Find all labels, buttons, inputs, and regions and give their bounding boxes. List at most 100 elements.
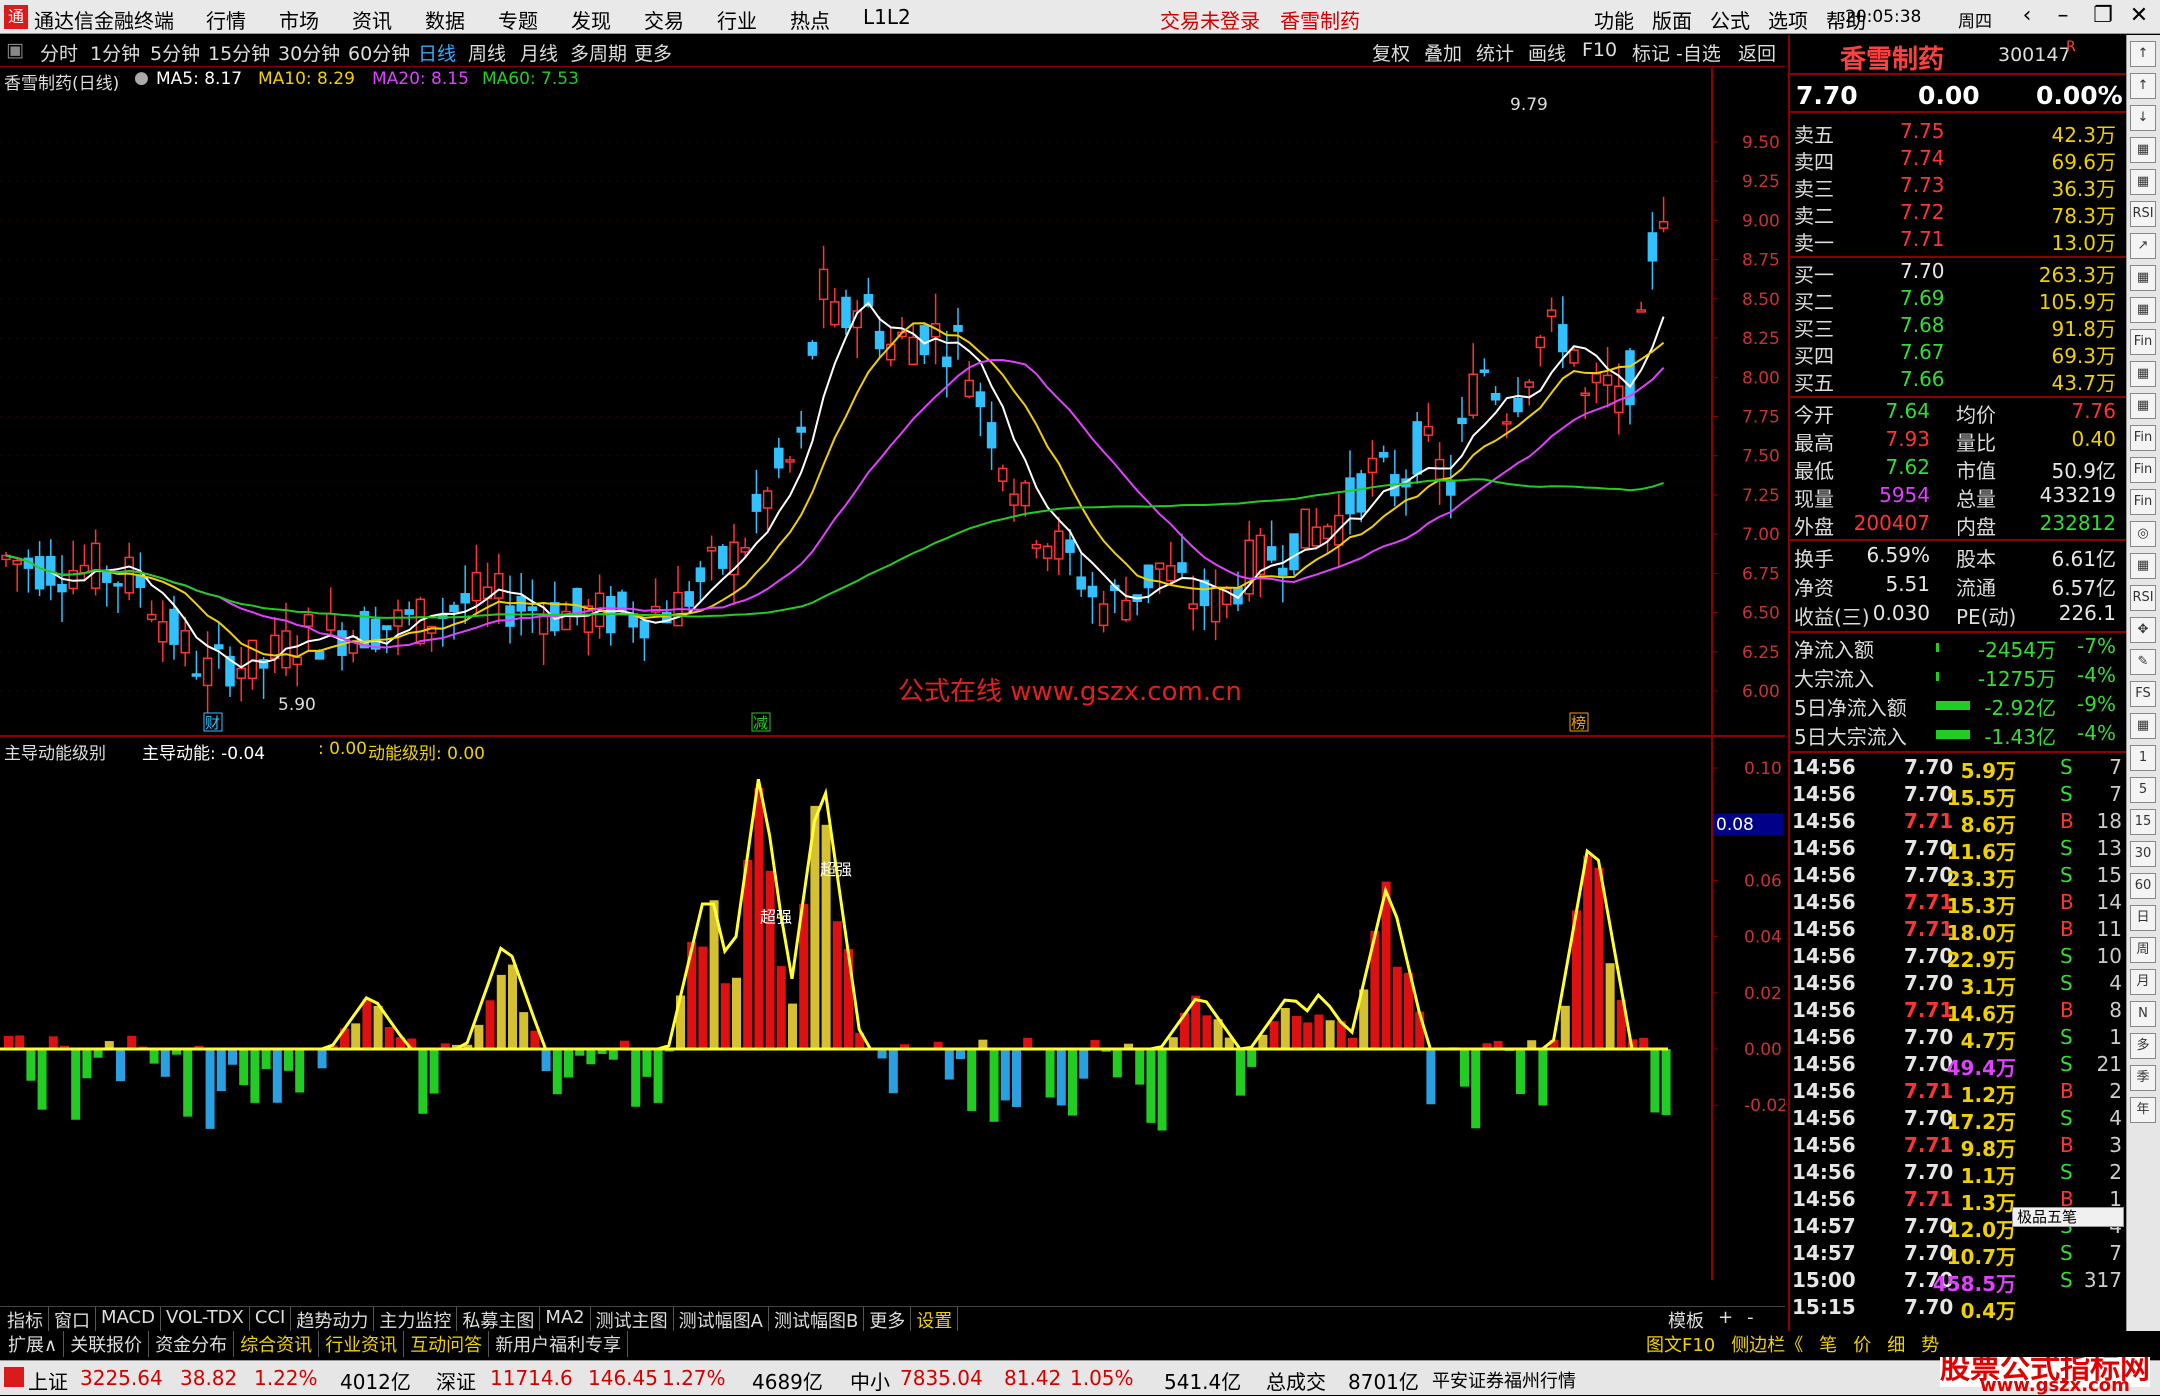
side-tool-icon[interactable]: 60	[2130, 873, 2156, 899]
toolbar-btn[interactable]: 叠加	[1424, 39, 1462, 66]
bid-row[interactable]: 买二 7.69 105.9万	[1790, 286, 2126, 314]
side-tool-icon[interactable]: Fin	[2130, 329, 2156, 355]
menu-item[interactable]: 行情	[206, 5, 279, 34]
ext-right-tab[interactable]: 势	[1913, 1331, 1947, 1357]
ext-tab[interactable]: 综合资讯	[234, 1331, 320, 1357]
menu-item[interactable]: 公式	[1710, 5, 1768, 34]
side-tool-icon[interactable]: ▦	[2130, 393, 2156, 419]
ext-tab[interactable]: 关联报价	[64, 1331, 150, 1357]
side-tool-icon[interactable]: 周	[2130, 937, 2156, 963]
side-tool-icon[interactable]: 季	[2130, 1065, 2156, 1091]
side-tool-icon[interactable]: 30	[2130, 841, 2156, 867]
menu-item[interactable]: 数据	[425, 5, 498, 34]
side-tool-icon[interactable]: N	[2130, 1001, 2156, 1027]
indicator-tab[interactable]: 私募主图	[457, 1307, 541, 1333]
side-tool-icon[interactable]: RSI	[2130, 201, 2156, 227]
tick-row[interactable]: 14:56 7.70 23.3万 S 15	[1790, 863, 2126, 891]
tick-row[interactable]: 14:56 7.70 11.6万 S 13	[1790, 836, 2126, 864]
toolbar-btn[interactable]: 统计	[1476, 39, 1514, 66]
tick-row[interactable]: 14:56 7.71 18.0万 B 11	[1790, 917, 2126, 945]
menu-item[interactable]: 热点	[790, 5, 863, 34]
ext-right-tab[interactable]: 细	[1879, 1331, 1913, 1357]
restore-icon[interactable]: ❐	[2086, 3, 2120, 28]
ask-row[interactable]: 卖一 7.71 13.0万	[1790, 227, 2126, 255]
side-tool-icon[interactable]: ✥	[2130, 617, 2156, 643]
menu-item[interactable]: L1L2	[863, 5, 936, 34]
bid-row[interactable]: 买一 7.70 263.3万	[1790, 259, 2126, 287]
tick-row[interactable]: 14:56 7.71 8.6万 B 18	[1790, 809, 2126, 837]
side-tool-icon[interactable]: Fin	[2130, 425, 2156, 451]
menu-item[interactable]: 功能	[1594, 5, 1652, 34]
side-tool-icon[interactable]: ▦	[2130, 297, 2156, 323]
back-icon[interactable]: ‹	[2010, 3, 2044, 28]
ask-row[interactable]: 卖五 7.75 42.3万	[1790, 119, 2126, 147]
side-tool-icon[interactable]: Fin	[2130, 457, 2156, 483]
tick-row[interactable]: 14:56 7.70 17.2万 S 4	[1790, 1106, 2126, 1134]
period-tab[interactable]: 5分钟	[150, 39, 200, 66]
tick-row[interactable]: 14:56 7.71 1.2万 B 2	[1790, 1079, 2126, 1107]
tick-row[interactable]: 14:56 7.71 14.6万 B 8	[1790, 998, 2126, 1026]
sz-name[interactable]: 深证	[436, 1366, 476, 1395]
chart-area[interactable]: 9.50 9.25 9.00 8.75 8.50 8.25 8.00 7.75 7.50 7.25…	[0, 68, 1785, 1280]
side-tool-icon[interactable]: FS	[2130, 681, 2156, 707]
side-tool-icon[interactable]: ▦	[2130, 361, 2156, 387]
kline-chart[interactable]: 9.50 9.25 9.00 8.75 8.50 8.25 8.00 7.75 7.50 7.25…	[0, 68, 1785, 1280]
ask-row[interactable]: 卖二 7.72 78.3万	[1790, 200, 2126, 228]
side-tool-icon[interactable]: 1	[2130, 745, 2156, 771]
menu-item[interactable]: 版面	[1652, 5, 1710, 34]
indicator-tab[interactable]: 更多	[864, 1307, 912, 1333]
tick-row[interactable]: 14:57 7.70 10.7万 S 7	[1790, 1241, 2126, 1269]
tick-row[interactable]: 14:56 7.70 15.5万 S 7	[1790, 782, 2126, 810]
tick-row[interactable]: 15:15 7.70 0.4万	[1790, 1295, 2126, 1323]
toolbar-btn[interactable]: 画线	[1528, 39, 1566, 66]
side-tool-icon[interactable]: ↑	[2130, 41, 2156, 67]
tick-row[interactable]: 14:56 7.71 15.3万 B 14	[1790, 890, 2126, 918]
side-tool-icon[interactable]: ↓	[2130, 105, 2156, 131]
menu-item[interactable]: 市场	[279, 5, 352, 34]
tick-row[interactable]: 14:56 7.70 49.4万 S 21	[1790, 1052, 2126, 1080]
indicator-tab[interactable]: MACD	[96, 1307, 161, 1333]
zx-name[interactable]: 中小	[850, 1366, 890, 1395]
chart-settings-icon[interactable]: ●	[134, 68, 149, 88]
bid-row[interactable]: 买三 7.68 91.8万	[1790, 313, 2126, 341]
toolbar-btn[interactable]: 返回	[1738, 39, 1776, 66]
side-tool-icon[interactable]: Fin	[2130, 489, 2156, 515]
indicator-tab[interactable]: 测试幅图A	[674, 1307, 769, 1333]
bid-row[interactable]: 买五 7.66 43.7万	[1790, 367, 2126, 395]
tick-row[interactable]: 14:56 7.70 3.1万 S 4	[1790, 971, 2126, 999]
template-btn[interactable]: 模板	[1668, 1307, 1704, 1333]
period-tab[interactable]: 月线	[520, 39, 558, 66]
ask-row[interactable]: 卖三 7.73 36.3万	[1790, 173, 2126, 201]
indicator-tab[interactable]: CCI	[250, 1307, 292, 1333]
side-tool-icon[interactable]: 月	[2130, 969, 2156, 995]
ext-right-tab[interactable]: 侧边栏《	[1723, 1331, 1811, 1357]
side-tool-icon[interactable]: ▦	[2130, 265, 2156, 291]
side-tool-icon[interactable]: ◎	[2130, 521, 2156, 547]
tick-row[interactable]: 15:00 7.70 458.5万 S 317	[1790, 1268, 2126, 1296]
template-btn[interactable]: -	[1747, 1307, 1754, 1333]
period-tab-active[interactable]: 日线	[418, 39, 456, 66]
panel-toggle-icon[interactable]: ▣	[6, 39, 24, 61]
toolbar-btn[interactable]: F10	[1582, 39, 1617, 61]
indicator-tab[interactable]: 设置	[911, 1307, 959, 1333]
side-tool-icon[interactable]: ▦	[2130, 169, 2156, 195]
indicator-tab[interactable]: 指标	[2, 1307, 49, 1333]
more-periods[interactable]: 更多	[634, 39, 672, 66]
period-tab[interactable]: 多周期	[570, 39, 627, 66]
ext-tab[interactable]: 新用户福利专享	[489, 1331, 629, 1357]
ext-tab[interactable]: 扩展∧	[2, 1331, 65, 1357]
side-tool-icon[interactable]: ▦	[2130, 713, 2156, 739]
ask-row[interactable]: 卖四 7.74 69.6万	[1790, 146, 2126, 174]
period-tab[interactable]: 15分钟	[208, 39, 270, 66]
tick-row[interactable]: 14:56 7.70 1.1万 S 2	[1790, 1160, 2126, 1188]
indicator-tab[interactable]: 主力监控	[374, 1307, 458, 1333]
side-tool-icon[interactable]: ↑	[2130, 73, 2156, 99]
toolbar-btn[interactable]: 复权	[1372, 39, 1410, 66]
indicator-tab[interactable]: 趋势动力	[291, 1307, 375, 1333]
side-tool-icon[interactable]: ↗	[2130, 233, 2156, 259]
close-icon[interactable]: ✕	[2122, 3, 2156, 28]
menu-item[interactable]: 选项	[1768, 5, 1826, 34]
ext-right-tab[interactable]: 图文F10	[1638, 1331, 1723, 1357]
indicator-tab[interactable]: 测试主图	[591, 1307, 674, 1333]
side-tool-icon[interactable]: RSI	[2130, 585, 2156, 611]
